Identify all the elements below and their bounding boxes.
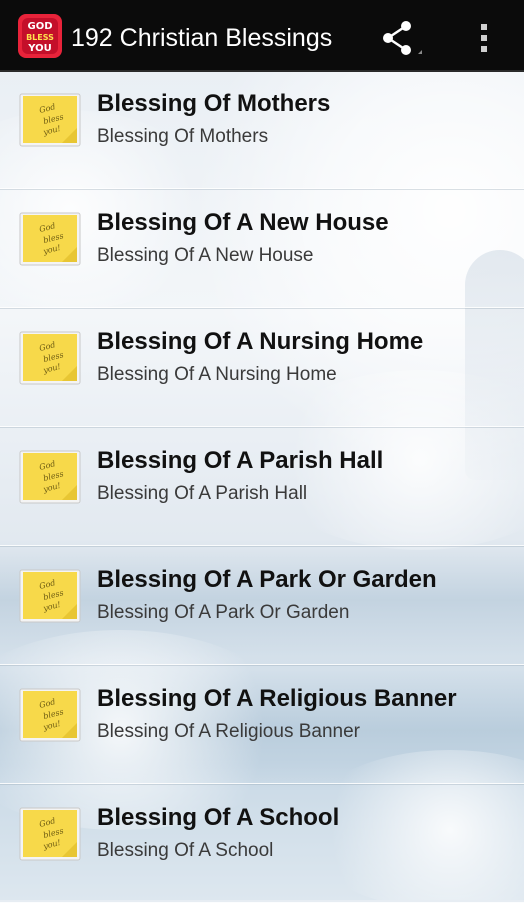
blessings-list: God bless you! Blessing Of Mothers Bless…	[0, 70, 524, 903]
list-item-title: Blessing Of A School	[97, 804, 340, 831]
list-item-6[interactable]: God bless you! Blessing Of A School Bles…	[0, 784, 524, 903]
sticky-note-icon: God bless you!	[18, 568, 82, 624]
list-item-title: Blessing Of A Parish Hall	[97, 447, 384, 474]
sticky-note-icon: God bless you!	[18, 687, 82, 743]
sticky-note-icon: God bless you!	[18, 806, 82, 862]
overflow-menu-button[interactable]	[466, 16, 502, 60]
sticky-note-icon: God bless you!	[18, 449, 82, 505]
list-item-title: Blessing Of A Nursing Home	[97, 328, 424, 355]
svg-text:YOU: YOU	[27, 43, 52, 54]
list-item-subtitle: Blessing Of A Parish Hall	[97, 483, 308, 504]
list-item-1[interactable]: God bless you! Blessing Of A New House B…	[0, 189, 524, 308]
share-button[interactable]	[376, 16, 424, 60]
list-item-subtitle: Blessing Of Mothers	[97, 126, 269, 147]
sticky-note-icon: God bless you!	[18, 92, 82, 148]
list-item-subtitle: Blessing Of A Religious Banner	[97, 721, 360, 742]
list-item-title: Blessing Of A Religious Banner	[97, 685, 457, 712]
sticky-note-icon: God bless you!	[18, 330, 82, 386]
list-item-0[interactable]: God bless you! Blessing Of Mothers Bless…	[0, 70, 524, 189]
list-item-subtitle: Blessing Of A Park Or Garden	[97, 602, 350, 623]
list-item-4[interactable]: God bless you! Blessing Of A Park Or Gar…	[0, 546, 524, 665]
share-icon	[383, 21, 422, 55]
list-item-title: Blessing Of A New House	[97, 209, 389, 236]
list-item-subtitle: Blessing Of A New House	[97, 245, 314, 266]
sticky-note-icon: God bless you!	[18, 211, 82, 267]
svg-text:GOD: GOD	[27, 21, 52, 32]
list-item-subtitle: Blessing Of A Nursing Home	[97, 364, 337, 385]
app-title: 192 Christian Blessings	[71, 24, 333, 52]
app-logo-icon: GOD BLESS YOU	[16, 12, 64, 60]
list-item-subtitle: Blessing Of A School	[97, 840, 274, 861]
svg-text:BLESS: BLESS	[26, 33, 54, 42]
list-item-title: Blessing Of Mothers	[97, 90, 331, 117]
action-bar: GOD BLESS YOU 192 Christian Blessings	[0, 0, 524, 72]
list-item-3[interactable]: God bless you! Blessing Of A Parish Hall…	[0, 427, 524, 546]
overflow-menu-icon	[481, 24, 487, 52]
list-item-5[interactable]: God bless you! Blessing Of A Religious B…	[0, 665, 524, 784]
list-item-title: Blessing Of A Park Or Garden	[97, 566, 437, 593]
list-item-2[interactable]: God bless you! Blessing Of A Nursing Hom…	[0, 308, 524, 427]
